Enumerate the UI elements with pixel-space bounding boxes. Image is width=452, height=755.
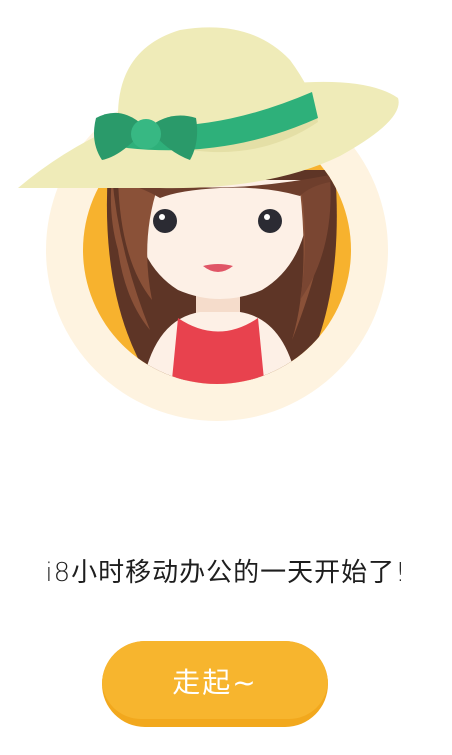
avatar-illustration [18, 27, 399, 421]
start-button[interactable]: 走起~ [102, 641, 328, 727]
left-eye [153, 209, 177, 233]
right-eye [258, 209, 282, 233]
welcome-tagline: i8小时移动办公的一天开始了! [45, 558, 407, 588]
start-button-label: 走起~ [172, 666, 258, 699]
